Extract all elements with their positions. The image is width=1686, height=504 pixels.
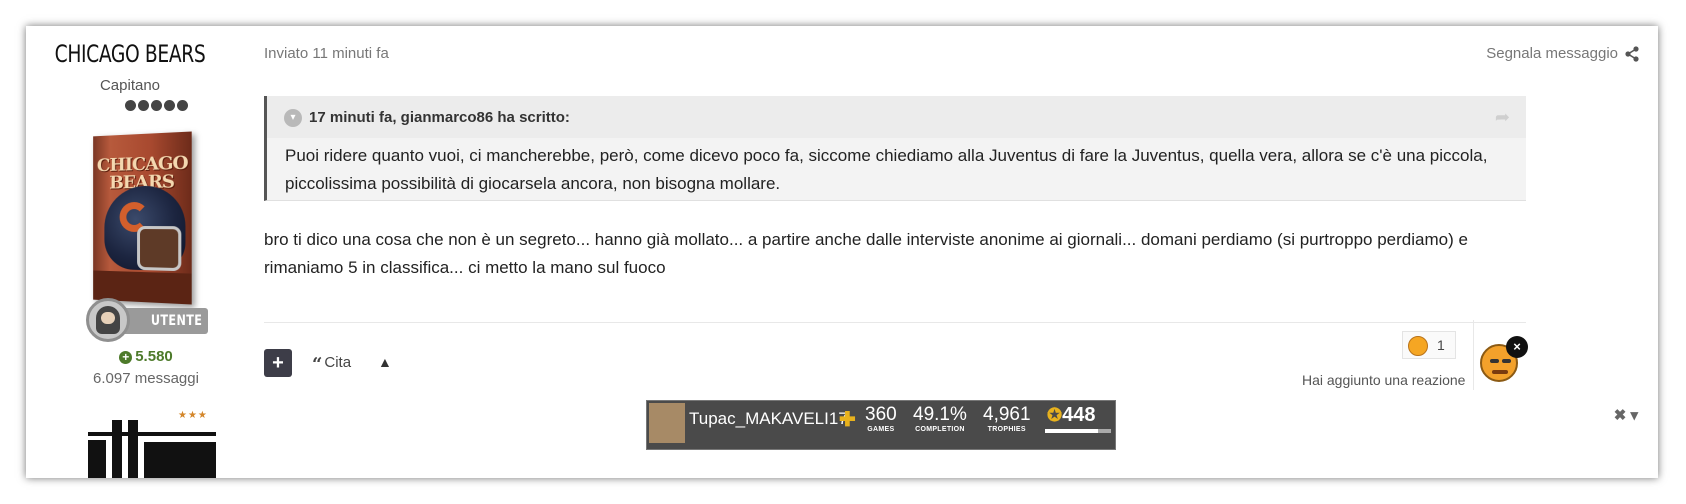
go-to-top-button[interactable]: ▲ bbox=[378, 354, 392, 370]
referee-icon bbox=[86, 298, 130, 342]
reaction-emoji-icon bbox=[1408, 336, 1428, 356]
helmet-image bbox=[104, 185, 186, 272]
trophy-icon: ✪ bbox=[1047, 405, 1063, 425]
level-progress-bar bbox=[1045, 429, 1111, 433]
quote-button[interactable]: “Cita bbox=[312, 354, 351, 375]
author-rank: Capitano bbox=[99, 77, 161, 94]
author-avatar[interactable]: CHICAGO BEARS bbox=[93, 131, 192, 305]
psn-completion: 49.1% COMPLETION bbox=[913, 404, 967, 433]
rank-pip bbox=[177, 100, 188, 111]
quote-text: Puoi ridere quanto vuoi, ci mancherebbe,… bbox=[285, 146, 1488, 193]
psn-trophies: 4,961 TROPHIES bbox=[983, 404, 1031, 433]
rank-pips bbox=[125, 100, 188, 111]
quote-button-label: Cita bbox=[324, 354, 352, 371]
psn-level-value: 448 bbox=[1062, 404, 1096, 426]
plus-circle-icon: + bbox=[119, 351, 133, 364]
psn-avatar bbox=[649, 403, 685, 443]
forum-post: CHICAGO BEARS Capitano CHICAGO BEARS UTE… bbox=[26, 26, 1658, 478]
report-post-link[interactable]: Segnala messaggio bbox=[1486, 45, 1618, 62]
signature-options-menu[interactable]: ✖ ▾ bbox=[1614, 406, 1638, 424]
stars-icon: ★★★ bbox=[178, 410, 208, 421]
author-panel: CHICAGO BEARS Capitano CHICAGO BEARS UTE… bbox=[26, 26, 234, 478]
author-name[interactable]: CHICAGO BEARS bbox=[49, 40, 211, 68]
ps-plus-icon: ✚ bbox=[839, 409, 856, 431]
quote-header: ▾ 17 minuti fa, gianmarco86 ha scritto: … bbox=[267, 96, 1526, 138]
remove-reaction-button[interactable]: × bbox=[1506, 336, 1528, 358]
post-timestamp[interactable]: Inviato 11 minuti fa bbox=[264, 45, 389, 62]
rank-pip bbox=[151, 100, 162, 111]
quote-block: ▾ 17 minuti fa, gianmarco86 ha scritto: … bbox=[264, 96, 1526, 201]
post-main: Inviato 11 minuti fa Segnala messaggio ▾… bbox=[264, 26, 1658, 478]
rank-pip bbox=[164, 100, 175, 111]
share-icon[interactable] bbox=[1624, 46, 1640, 62]
rank-pip bbox=[138, 100, 149, 111]
reply-arrow-icon[interactable]: ➦ bbox=[1495, 107, 1510, 128]
reaction-note: Hai aggiunto una reazione bbox=[1302, 372, 1466, 388]
psn-level: ✪448 bbox=[1047, 404, 1095, 427]
divider bbox=[264, 322, 1526, 323]
reputation[interactable]: +5.580 bbox=[26, 348, 266, 365]
post-count: 6.097 messaggi bbox=[93, 370, 199, 387]
quote-marks-icon: “ bbox=[312, 354, 323, 375]
reaction-count: 1 bbox=[1437, 337, 1445, 353]
rank-pip bbox=[125, 100, 136, 111]
psn-signature-card[interactable]: Tupac_MAKAVELI17 ✚ 360 GAMES 49.1% COMPLET… bbox=[646, 400, 1116, 450]
reputation-value: 5.580 bbox=[135, 348, 173, 365]
member-group-badge: UTENTE bbox=[86, 298, 210, 342]
quote-citation[interactable]: 17 minuti fa, gianmarco86 ha scritto: bbox=[309, 109, 570, 126]
chevron-down-icon[interactable]: ▾ bbox=[284, 109, 302, 127]
badge-label: UTENTE bbox=[150, 313, 202, 329]
psn-name: Tupac_MAKAVELI17 bbox=[689, 409, 848, 428]
reaction-separator bbox=[1473, 320, 1474, 390]
reaction-summary[interactable]: 1 bbox=[1402, 331, 1456, 359]
psn-games: 360 GAMES bbox=[865, 404, 897, 433]
juventus-logo: ★★★ bbox=[88, 410, 216, 478]
multiquote-plus-button[interactable]: + bbox=[264, 349, 292, 377]
post-content: bro ti dico una cosa che non è un segret… bbox=[264, 230, 1468, 277]
